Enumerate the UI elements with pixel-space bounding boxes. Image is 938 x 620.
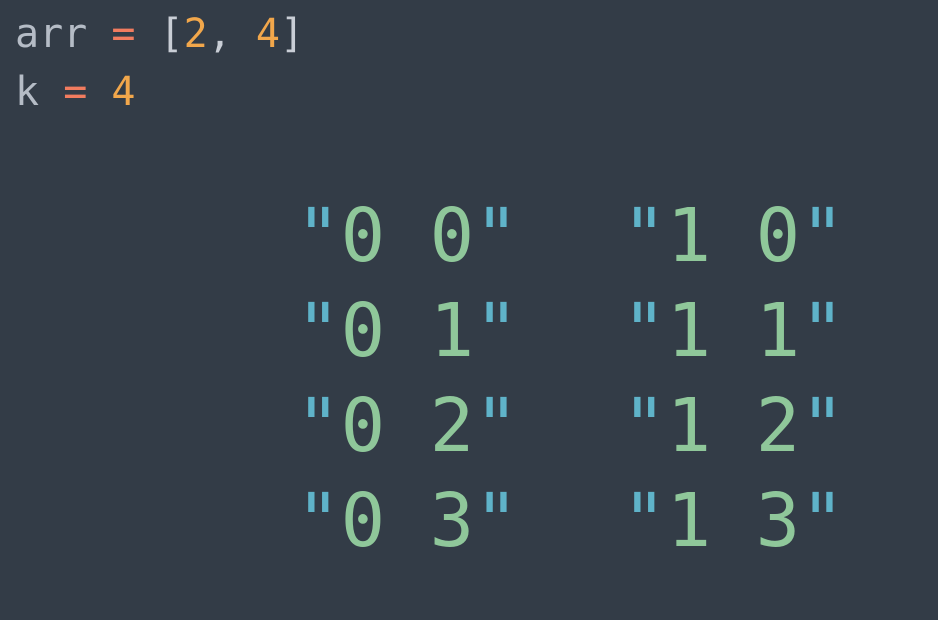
open-bracket: [ [159,11,184,57]
string-value: 1 2 [666,383,801,469]
open-quote: " [296,288,341,374]
string-item: "1 0" [622,196,845,291]
open-quote: " [622,193,667,279]
open-quote: " [296,193,341,279]
string-value: 1 3 [666,478,801,564]
close-quote: " [474,383,519,469]
k-value: 4 [111,69,136,115]
assign-operator: = [63,69,88,115]
string-value: 0 2 [340,383,475,469]
arr-identifier: arr [15,11,88,57]
string-item: "0 3" [296,481,519,576]
k-identifier: k [15,69,40,115]
code-line-arr: arr = [2, 4] [15,14,304,54]
string-value: 0 0 [340,193,475,279]
arr-value-2: 4 [255,11,280,57]
arr-value-1: 2 [183,11,208,57]
string-item: "1 3" [622,481,845,576]
close-quote: " [800,193,845,279]
open-quote: " [296,383,341,469]
close-quote: " [800,288,845,374]
comma: , [207,11,232,57]
close-bracket: ] [280,11,305,57]
open-quote: " [622,288,667,374]
open-quote: " [622,383,667,469]
string-value: 1 0 [666,193,801,279]
string-value: 0 3 [340,478,475,564]
string-column-0: "0 0" "0 1" "0 2" "0 3" [296,196,519,576]
close-quote: " [474,288,519,374]
close-quote: " [474,478,519,564]
string-value: 1 1 [666,288,801,374]
string-item: "1 1" [622,291,845,386]
assign-operator: = [111,11,136,57]
close-quote: " [474,193,519,279]
open-quote: " [296,478,341,564]
string-column-1: "1 0" "1 1" "1 2" "1 3" [622,196,845,576]
code-line-k: k = 4 [15,72,135,112]
string-item: "0 0" [296,196,519,291]
open-quote: " [622,478,667,564]
string-item: "0 2" [296,386,519,481]
string-item: "1 2" [622,386,845,481]
close-quote: " [800,383,845,469]
close-quote: " [800,478,845,564]
string-value: 0 1 [340,288,475,374]
string-item: "0 1" [296,291,519,386]
